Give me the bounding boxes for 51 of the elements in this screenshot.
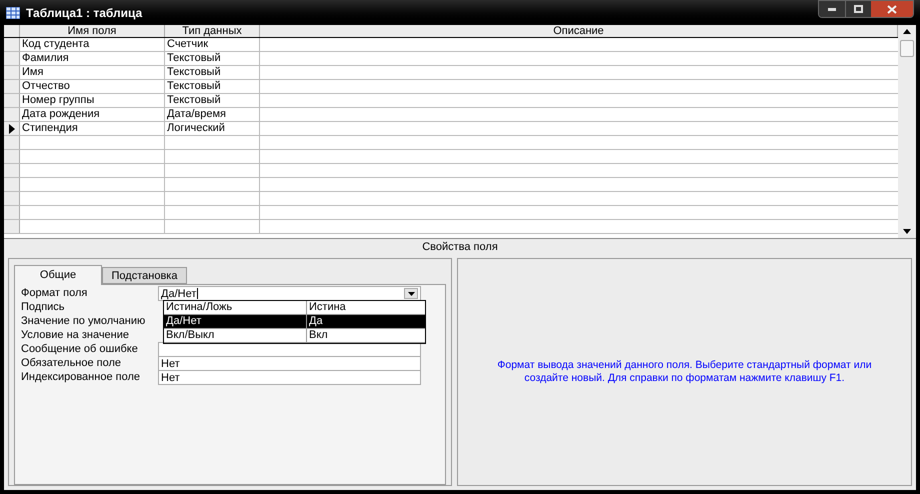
table-cell: Текстовый — [165, 52, 260, 65]
table-cell: Текстовый — [165, 94, 260, 107]
property-field[interactable]: Нет — [158, 370, 421, 385]
tab[interactable]: Подстановка — [102, 267, 187, 284]
property-label: Формат поля — [20, 287, 88, 301]
section-title: Свойства поля — [422, 240, 498, 256]
window-title: Таблица1 : таблица — [26, 4, 142, 22]
table-cell: Текстовый — [165, 66, 260, 79]
table-cell: Имя — [20, 66, 165, 79]
dropdown-option[interactable]: Да/Нет Да — [164, 315, 425, 329]
table-cell: Логический — [165, 122, 260, 135]
table-cell: Текстовый — [165, 80, 260, 93]
tab[interactable]: Общие — [14, 265, 102, 285]
close-icon — [887, 4, 897, 14]
property-label: Подпись — [20, 301, 66, 315]
scrollbar[interactable] — [898, 25, 916, 238]
column-header: Имя поля — [20, 25, 165, 37]
table-cell: Код студента — [20, 38, 165, 51]
maximize-icon — [854, 5, 863, 13]
close-button[interactable] — [871, 1, 913, 17]
property-label: Сообщение об ошибке — [20, 343, 139, 357]
current-row-icon — [8, 124, 14, 134]
caret-icon — [408, 292, 414, 296]
field-value: Да/Нет — [161, 288, 196, 300]
table-cell: Дата/время — [165, 108, 260, 121]
field-value: Нет — [161, 358, 180, 370]
property-label: Значение по умолчанию — [20, 315, 146, 329]
property-label: Обязательное поле — [20, 357, 122, 371]
help-text: Формат вывода значений данного поля. Выберите стандартный формат или создайте новый. Для справки по форматам нажмите клавишу F1. — [496, 359, 873, 385]
property-label: Условие на значение — [20, 329, 130, 343]
dropdown-option[interactable]: Вкл/Выкл Вкл — [164, 329, 425, 343]
maximize-button[interactable] — [845, 1, 871, 17]
minimize-button[interactable] — [819, 1, 845, 17]
table-cell: Отчество — [20, 80, 165, 93]
column-header: Тип данных — [165, 25, 260, 37]
scroll-thumb[interactable] — [900, 40, 914, 57]
table-cell: Номер группы — [20, 94, 165, 107]
table-icon — [6, 6, 20, 18]
table-cell: Стипендия — [20, 122, 165, 135]
minimize-icon — [828, 8, 836, 10]
table-cell: Дата рождения — [20, 108, 165, 121]
table-cell: Счетчик — [165, 38, 260, 51]
property-label: Индексированное поле — [20, 371, 141, 385]
scroll-up-icon[interactable] — [903, 29, 911, 34]
property-field[interactable]: Нет — [158, 356, 421, 371]
dropdown-button[interactable] — [404, 288, 418, 299]
table-cell: Фамилия — [20, 52, 165, 65]
property-field[interactable]: Да/Нет — [158, 286, 421, 301]
row-selector[interactable] — [4, 122, 20, 135]
scroll-down-icon[interactable] — [903, 229, 911, 234]
field-value: Нет — [161, 372, 180, 384]
